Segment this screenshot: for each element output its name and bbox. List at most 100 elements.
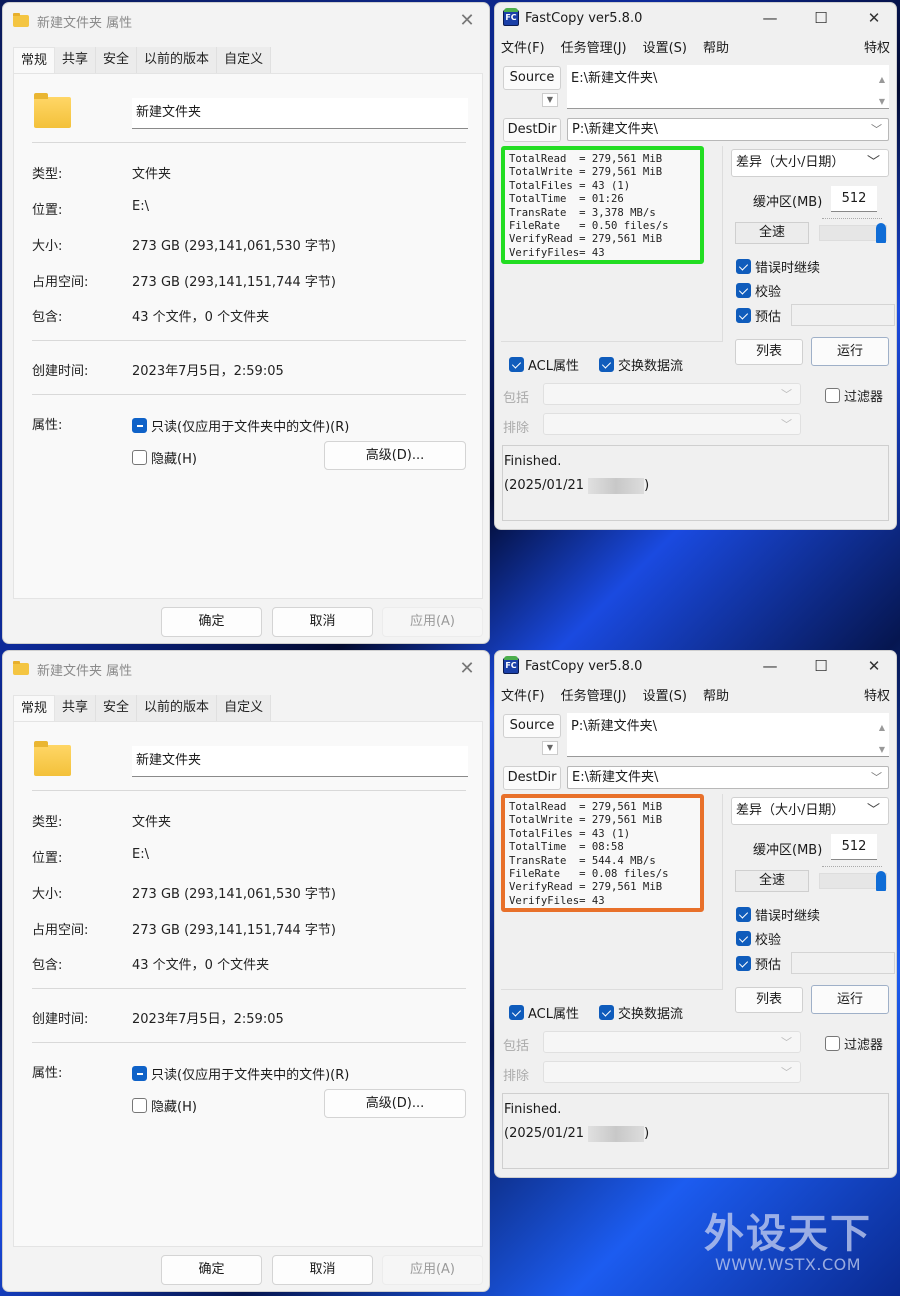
acl-checkbox[interactable]: ACL属性 bbox=[509, 355, 579, 374]
checkbox-empty-icon[interactable] bbox=[825, 388, 840, 403]
checkbox-checked-icon[interactable] bbox=[599, 357, 614, 372]
tab-general[interactable]: 常规 bbox=[13, 47, 56, 75]
speed-slider[interactable] bbox=[819, 218, 887, 243]
full-speed-button[interactable]: 全速 bbox=[735, 870, 809, 892]
menu-job[interactable]: 任务管理(J) bbox=[561, 685, 627, 704]
run-button[interactable]: 运行 bbox=[811, 337, 889, 366]
tab-previous-versions[interactable]: 以前的版本 bbox=[137, 695, 218, 721]
advanced-button[interactable]: 高级(D)... bbox=[324, 441, 466, 470]
estimate-checkbox[interactable]: 预估 bbox=[736, 954, 781, 973]
verify-checkbox[interactable]: 校验 bbox=[736, 929, 781, 948]
folder-name-input[interactable]: 新建文件夹 bbox=[132, 746, 468, 777]
menu-settings[interactable]: 设置(S) bbox=[643, 685, 687, 704]
apply-button[interactable]: 应用(A) bbox=[382, 607, 483, 637]
speed-slider[interactable] bbox=[819, 866, 887, 891]
readonly-checkbox[interactable]: 只读(仅应用于文件夹中的文件)(R) bbox=[132, 1064, 349, 1083]
close-icon[interactable]: ✕ bbox=[861, 7, 887, 29]
cancel-button[interactable]: 取消 bbox=[272, 1255, 373, 1285]
menu-file[interactable]: 文件(F) bbox=[501, 37, 545, 56]
checkbox-empty-icon[interactable] bbox=[132, 1098, 147, 1113]
checkbox-indeterminate-icon[interactable] bbox=[132, 418, 147, 433]
source-history-dropdown-icon[interactable]: ▼ bbox=[542, 93, 558, 107]
tab-customize[interactable]: 自定义 bbox=[217, 47, 272, 73]
close-icon[interactable]: ✕ bbox=[455, 657, 479, 681]
chevron-down-icon[interactable]: ﹀ bbox=[871, 119, 882, 140]
include-filter-input[interactable]: ﹀ bbox=[543, 1031, 801, 1053]
advanced-button[interactable]: 高级(D)... bbox=[324, 1089, 466, 1118]
folder-name-input[interactable]: 新建文件夹 bbox=[132, 98, 468, 129]
checkbox-checked-icon[interactable] bbox=[509, 357, 524, 372]
full-speed-button[interactable]: 全速 bbox=[735, 222, 809, 244]
verify-checkbox[interactable]: 校验 bbox=[736, 281, 781, 300]
checkbox-indeterminate-icon[interactable] bbox=[132, 1066, 147, 1081]
exclude-filter-input[interactable]: ﹀ bbox=[543, 413, 801, 435]
source-history-dropdown-icon[interactable]: ▼ bbox=[542, 741, 558, 755]
tab-security[interactable]: 安全 bbox=[96, 695, 138, 721]
close-icon[interactable]: ✕ bbox=[861, 655, 887, 677]
run-button[interactable]: 运行 bbox=[811, 985, 889, 1014]
filter-checkbox[interactable]: 过滤器 bbox=[825, 1034, 883, 1053]
dest-path-combobox[interactable]: P:\新建文件夹\ ﹀ bbox=[567, 118, 889, 141]
menu-job[interactable]: 任务管理(J) bbox=[561, 37, 627, 56]
buffer-size-input[interactable]: 512 bbox=[831, 834, 877, 860]
source-path-input[interactable]: E:\新建文件夹\ ▲ ▼ bbox=[567, 65, 889, 109]
slider-thumb[interactable] bbox=[876, 223, 886, 243]
dest-path-combobox[interactable]: E:\新建文件夹\ ﹀ bbox=[567, 766, 889, 789]
ok-button[interactable]: 确定 bbox=[161, 1255, 262, 1285]
hidden-checkbox[interactable]: 隐藏(H) bbox=[132, 448, 197, 467]
source-button[interactable]: Source bbox=[503, 714, 561, 738]
scrollbar[interactable]: ▲ ▼ bbox=[879, 69, 885, 113]
menu-settings[interactable]: 设置(S) bbox=[643, 37, 687, 56]
checkbox-checked-icon[interactable] bbox=[736, 259, 751, 274]
include-filter-input[interactable]: ﹀ bbox=[543, 383, 801, 405]
filter-checkbox[interactable]: 过滤器 bbox=[825, 386, 883, 405]
checkbox-empty-icon[interactable] bbox=[132, 450, 147, 465]
alt-stream-checkbox[interactable]: 交换数据流 bbox=[599, 1003, 683, 1022]
menu-privilege[interactable]: 特权 bbox=[864, 37, 890, 56]
destdir-button[interactable]: DestDir bbox=[503, 766, 561, 790]
hidden-checkbox[interactable]: 隐藏(H) bbox=[132, 1096, 197, 1115]
checkbox-checked-icon[interactable] bbox=[736, 308, 751, 323]
list-button[interactable]: 列表 bbox=[735, 339, 803, 365]
tab-general[interactable]: 常规 bbox=[13, 695, 56, 723]
list-button[interactable]: 列表 bbox=[735, 987, 803, 1013]
acl-checkbox[interactable]: ACL属性 bbox=[509, 1003, 579, 1022]
continue-on-error-checkbox[interactable]: 错误时继续 bbox=[736, 905, 820, 924]
cancel-button[interactable]: 取消 bbox=[272, 607, 373, 637]
menu-privilege[interactable]: 特权 bbox=[864, 685, 890, 704]
copy-mode-select[interactable]: 差异（大小/日期） ﹀ bbox=[731, 149, 889, 177]
checkbox-checked-icon[interactable] bbox=[736, 907, 751, 922]
maximize-icon[interactable]: ☐ bbox=[808, 7, 834, 29]
source-path-input[interactable]: P:\新建文件夹\ ▲ ▼ bbox=[567, 713, 889, 757]
minimize-icon[interactable]: — bbox=[757, 655, 783, 677]
copy-mode-select[interactable]: 差异（大小/日期） ﹀ bbox=[731, 797, 889, 825]
slider-thumb[interactable] bbox=[876, 871, 886, 891]
exclude-filter-input[interactable]: ﹀ bbox=[543, 1061, 801, 1083]
alt-stream-checkbox[interactable]: 交换数据流 bbox=[599, 355, 683, 374]
menu-help[interactable]: 帮助 bbox=[703, 37, 729, 56]
checkbox-checked-icon[interactable] bbox=[599, 1005, 614, 1020]
tab-sharing[interactable]: 共享 bbox=[55, 695, 97, 721]
tab-previous-versions[interactable]: 以前的版本 bbox=[137, 47, 218, 73]
scrollbar[interactable]: ▲ ▼ bbox=[879, 717, 885, 761]
tab-security[interactable]: 安全 bbox=[96, 47, 138, 73]
menu-help[interactable]: 帮助 bbox=[703, 685, 729, 704]
close-icon[interactable]: ✕ bbox=[455, 9, 479, 33]
estimate-checkbox[interactable]: 预估 bbox=[736, 306, 781, 325]
source-button[interactable]: Source bbox=[503, 66, 561, 90]
checkbox-checked-icon[interactable] bbox=[736, 931, 751, 946]
checkbox-checked-icon[interactable] bbox=[736, 956, 751, 971]
destdir-button[interactable]: DestDir bbox=[503, 118, 561, 142]
readonly-checkbox[interactable]: 只读(仅应用于文件夹中的文件)(R) bbox=[132, 416, 349, 435]
tab-customize[interactable]: 自定义 bbox=[217, 695, 272, 721]
tab-sharing[interactable]: 共享 bbox=[55, 47, 97, 73]
checkbox-checked-icon[interactable] bbox=[736, 283, 751, 298]
ok-button[interactable]: 确定 bbox=[161, 607, 262, 637]
checkbox-empty-icon[interactable] bbox=[825, 1036, 840, 1051]
apply-button[interactable]: 应用(A) bbox=[382, 1255, 483, 1285]
continue-on-error-checkbox[interactable]: 错误时继续 bbox=[736, 257, 820, 276]
minimize-icon[interactable]: — bbox=[757, 7, 783, 29]
buffer-size-input[interactable]: 512 bbox=[831, 186, 877, 212]
menu-file[interactable]: 文件(F) bbox=[501, 685, 545, 704]
maximize-icon[interactable]: ☐ bbox=[808, 655, 834, 677]
